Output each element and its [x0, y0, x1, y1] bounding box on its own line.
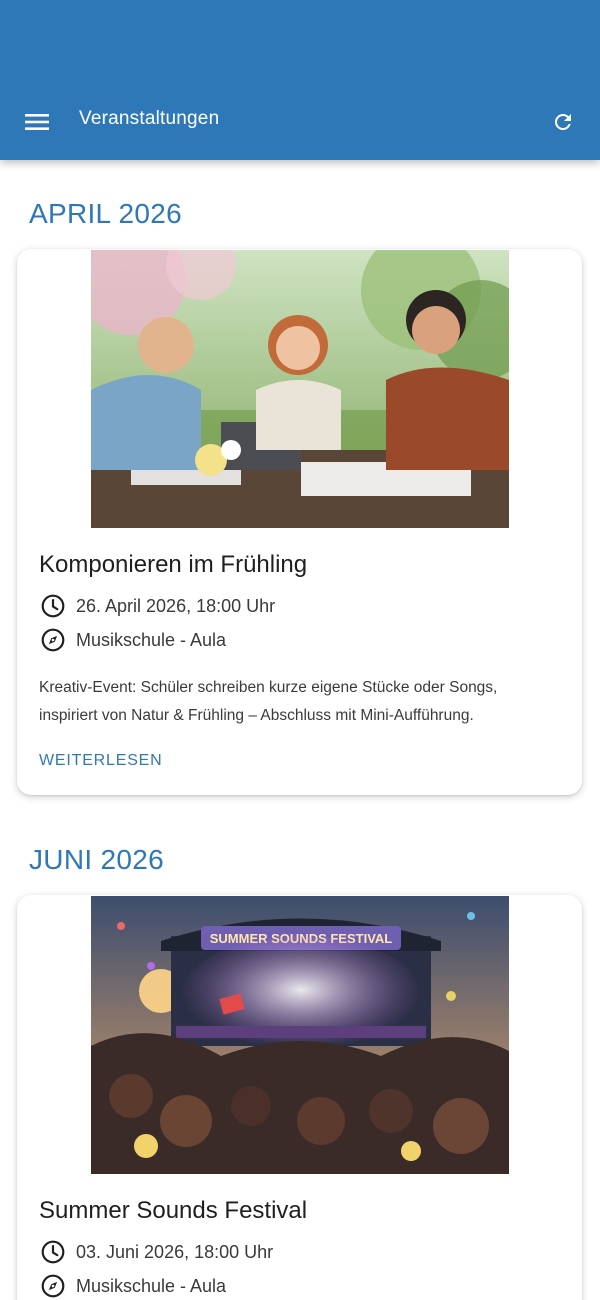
event-datetime: 03. Juni 2026, 18:00 Uhr	[39, 1238, 273, 1266]
month-header-april: APRIL 2026	[29, 198, 182, 229]
hamburger-menu-icon	[25, 114, 49, 130]
event-card-summer-sounds[interactable]: SUMMER SOUNDS FESTIVAL Summer Sounds Fes	[17, 895, 582, 1300]
compass-icon	[39, 1272, 67, 1300]
app-bar: Veranstaltungen	[0, 0, 600, 160]
datetime-text: 03. Juni 2026, 18:00 Uhr	[76, 1241, 274, 1262]
clock-icon	[39, 1238, 67, 1266]
event-title: Komponieren im Frühling	[39, 551, 308, 578]
datetime-text: 26. April 2026, 18:00 Uhr	[76, 595, 276, 616]
photo-students-composing-outdoors	[91, 250, 509, 528]
photo-festival-stage-crowd: SUMMER SOUNDS FESTIVAL	[91, 896, 509, 1174]
event-image: SUMMER SOUNDS FESTIVAL	[91, 896, 509, 1174]
location-text: Musikschule - Aula	[76, 1275, 227, 1296]
refresh-button[interactable]	[546, 104, 580, 140]
description-line: inspiriert von Natur & Frühling – Abschl…	[39, 707, 474, 724]
event-list[interactable]: APRIL 2026 Komponieren im Frühling 26. A…	[0, 160, 600, 1300]
description-line: Kreativ-Event: Schüler schreiben kurze e…	[39, 679, 498, 696]
read-more-link[interactable]: WEITERLESEN	[39, 752, 163, 770]
event-datetime: 26. April 2026, 18:00 Uhr	[39, 592, 275, 620]
event-location: Musikschule - Aula	[39, 1272, 226, 1300]
event-title: Summer Sounds Festival	[39, 1197, 308, 1224]
refresh-icon	[554, 113, 571, 130]
month-header-juni: JUNI 2026	[29, 844, 164, 875]
event-description: Kreativ-Event: Schüler schreiben kurze e…	[39, 674, 564, 730]
menu-button[interactable]	[22, 104, 52, 140]
app-title: Veranstaltungen	[79, 108, 220, 129]
event-location: Musikschule - Aula	[39, 626, 226, 654]
compass-icon	[39, 626, 67, 654]
clock-icon	[39, 592, 67, 620]
event-image	[91, 250, 509, 528]
event-card-komponieren[interactable]: Komponieren im Frühling 26. April 2026, …	[17, 249, 582, 795]
location-text: Musikschule - Aula	[76, 629, 227, 650]
